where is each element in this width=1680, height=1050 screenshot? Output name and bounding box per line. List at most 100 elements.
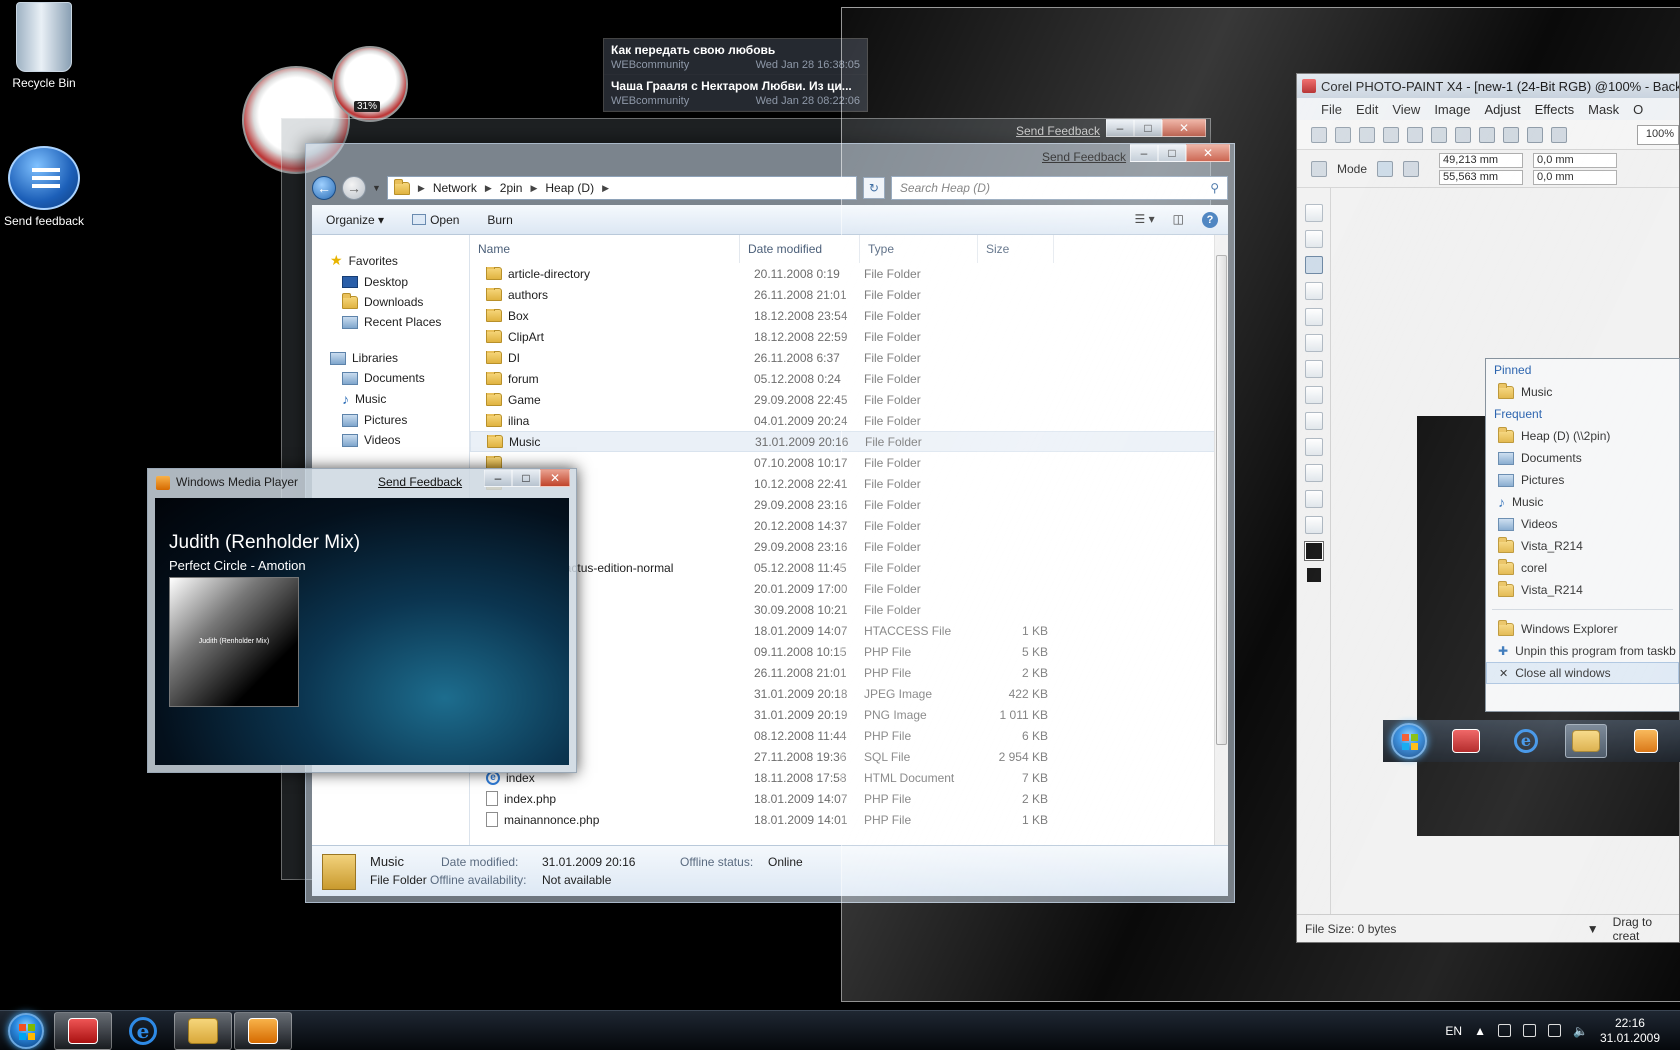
table-row[interactable]: p08.12.2008 11:44PHP File6 KB <box>470 725 1216 746</box>
table-row[interactable]: 31.01.2009 20:18 JPEG Image 422 KB <box>470 683 1216 704</box>
menu-effects[interactable]: Effects <box>1535 102 1575 117</box>
table-row[interactable]: 26.11.2008 21:01 PHP File 2 KB <box>470 662 1216 683</box>
table-row[interactable]: mainannonce.php 18.01.2009 14:01 PHP File 1… <box>470 809 1216 830</box>
close-button[interactable]: ✕ <box>540 469 570 487</box>
table-row[interactable]: 18.01.2009 14:07 HTACCESS File 1 KB <box>470 620 1216 641</box>
zoom-tool-icon[interactable] <box>1304 282 1323 300</box>
media-player-window[interactable]: Windows Media Player Send Feedback – □ ✕… <box>147 468 577 773</box>
burn-button[interactable]: Burn <box>487 213 512 227</box>
status-dropdown[interactable]: ▼ <box>1587 922 1599 936</box>
feed-item[interactable]: Чаша Грааля с Нектаром Любви. Из ци... W… <box>604 75 867 111</box>
column-type[interactable]: Type <box>860 235 978 263</box>
x-position-field[interactable]: 49,213 mm <box>1439 152 1524 168</box>
table-row[interactable]: 6.5-rus-lecactus-edition-normal 05.12.200… <box>470 557 1216 578</box>
language-indicator[interactable]: EN <box>1445 1024 1462 1038</box>
jump-list-item[interactable]: Vista_R214 <box>1486 579 1679 601</box>
column-name[interactable]: Name <box>470 235 740 263</box>
close-button[interactable]: ✕ <box>1186 144 1230 162</box>
jump-list-item[interactable]: ♪ Music <box>1486 491 1679 513</box>
table-row[interactable]: Box 18.12.2008 23:54 File Folder <box>470 305 1216 326</box>
text-tool-icon[interactable] <box>1304 360 1323 378</box>
volume-icon[interactable]: 🔈 <box>1573 1024 1588 1038</box>
maximize-button[interactable]: □ <box>1158 144 1186 162</box>
eyedropper-tool-icon[interactable] <box>1304 308 1323 326</box>
send-feedback-shortcut[interactable]: Send feedback <box>0 146 94 228</box>
open-button[interactable]: Open <box>412 213 459 227</box>
menu-adjust[interactable]: Adjust <box>1484 102 1520 117</box>
nav-item-videos[interactable]: Videos <box>312 430 469 450</box>
table-row[interactable]: e index 18.11.2008 17:58 HTML Document 7 KB <box>470 767 1216 788</box>
views-icon[interactable]: ☰ ▾ <box>1135 212 1155 228</box>
nav-item-music[interactable]: ♪ Music <box>312 388 469 410</box>
recycle-bin-shortcut[interactable]: Recycle Bin <box>0 2 94 90</box>
maximize-button[interactable]: □ <box>1134 119 1162 137</box>
help-icon[interactable]: ? <box>1202 211 1218 228</box>
width-field[interactable]: 0,0 mm <box>1533 152 1618 168</box>
undo-icon[interactable] <box>1479 126 1495 143</box>
crop-mode-icon[interactable] <box>1377 160 1394 177</box>
nav-libraries[interactable]: Libraries <box>312 348 469 368</box>
column-size[interactable]: Size <box>978 235 1054 263</box>
scroll-thumb[interactable] <box>1216 255 1227 745</box>
cut-icon[interactable] <box>1407 126 1423 143</box>
recent-pages-dropdown[interactable]: ▼ <box>372 183 381 193</box>
jump-list-item[interactable]: Music <box>1486 381 1679 403</box>
table-row[interactable]: 10.12.2008 22:41 File Folder <box>470 473 1216 494</box>
breadcrumb-network[interactable]: Network <box>433 181 477 195</box>
table-row[interactable]: ilina 04.01.2009 20:24 File Folder <box>470 410 1216 431</box>
menu-view[interactable]: View <box>1392 102 1420 117</box>
table-row[interactable]: 27.11.2008 19:36 SQL File 2 954 KB <box>470 746 1216 767</box>
send-feedback-link[interactable]: Send Feedback <box>378 475 462 489</box>
table-row[interactable]: forum 05.12.2008 0:24 File Folder <box>470 368 1216 389</box>
table-row[interactable]: DI 26.11.2008 6:37 File Folder <box>470 347 1216 368</box>
fill-tool-icon[interactable] <box>1304 438 1323 456</box>
chevron-right-icon[interactable]: ▶ <box>485 183 492 194</box>
nav-item-recent-places[interactable]: Recent Places <box>312 312 469 332</box>
address-bar[interactable]: ▶ Network ▶ 2pin ▶ Heap (D) ▶ <box>386 176 857 200</box>
taskbar-corel-button[interactable] <box>54 1011 112 1050</box>
table-row[interactable]: authors 26.11.2008 21:01 File Folder <box>470 284 1216 305</box>
feed-headlines-gadget[interactable]: Как передать свою любовь WEBcommunity Wed… <box>603 38 868 112</box>
table-row[interactable]: 07.10.2008 10:17 File Folder <box>470 452 1216 473</box>
now-playing-area[interactable]: Judith (Renholder Mix) Perfect Circle - … <box>155 498 569 765</box>
property-icon[interactable] <box>1311 160 1327 177</box>
search-box[interactable]: ⚲ <box>890 176 1228 200</box>
minimize-button[interactable]: – <box>484 469 512 487</box>
forward-button[interactable]: → <box>342 176 366 200</box>
tray-overflow-icon[interactable]: ▲ <box>1474 1024 1486 1038</box>
column-date[interactable]: Date modified <box>740 235 860 263</box>
table-row[interactable]: 20.12.2008 14:37 File Folder <box>470 515 1216 536</box>
nav-item-pictures[interactable]: Pictures <box>312 410 469 430</box>
zoom-level-field[interactable]: 100% <box>1637 124 1679 145</box>
jump-list-task-unpin[interactable]: ✚ Unpin this program from taskb <box>1486 640 1679 662</box>
start-button[interactable] <box>0 1012 52 1049</box>
clock[interactable]: 22:16 31.01.2009 <box>1600 1016 1660 1046</box>
jump-list-item[interactable]: corel <box>1486 557 1679 579</box>
menu-file[interactable]: File <box>1321 102 1342 117</box>
menu-overflow[interactable]: O <box>1633 102 1643 117</box>
table-row[interactable]: 31.01.2009 20:19 PNG Image 1 011 KB <box>470 704 1216 725</box>
jump-list-item[interactable]: Vista_R214 <box>1486 535 1679 557</box>
menu-edit[interactable]: Edit <box>1356 102 1378 117</box>
height-field[interactable]: 0,0 mm <box>1533 169 1618 185</box>
jump-list-item[interactable]: Heap (D) (\\2pin) <box>1486 425 1679 447</box>
rectangle-tool-icon[interactable] <box>1304 412 1323 430</box>
chevron-right-icon[interactable]: ▶ <box>530 183 537 194</box>
maximize-button[interactable]: □ <box>512 469 540 487</box>
send-feedback-link[interactable]: Send Feedback <box>1042 150 1126 164</box>
fill-swatch-icon[interactable] <box>1306 568 1321 582</box>
chevron-right-icon[interactable]: ▶ <box>418 183 425 194</box>
paint-tool-icon[interactable] <box>1304 464 1323 482</box>
jump-list-item[interactable]: Pictures <box>1486 469 1679 491</box>
refresh-button[interactable]: ↻ <box>862 177 885 199</box>
export-icon[interactable] <box>1551 126 1567 143</box>
organize-button[interactable]: Organize ▾ <box>326 213 384 227</box>
nav-item-downloads[interactable]: Downloads <box>312 292 469 312</box>
breadcrumb-heap[interactable]: Heap (D) <box>545 181 594 195</box>
search-input[interactable] <box>899 181 1211 195</box>
open-icon[interactable] <box>1335 126 1351 143</box>
table-row[interactable]: index.php 18.01.2009 14:07 PHP File 2 KB <box>470 788 1216 809</box>
save-icon[interactable] <box>1359 126 1375 143</box>
eraser-tool-icon[interactable] <box>1304 334 1323 352</box>
print-icon[interactable] <box>1383 126 1399 143</box>
